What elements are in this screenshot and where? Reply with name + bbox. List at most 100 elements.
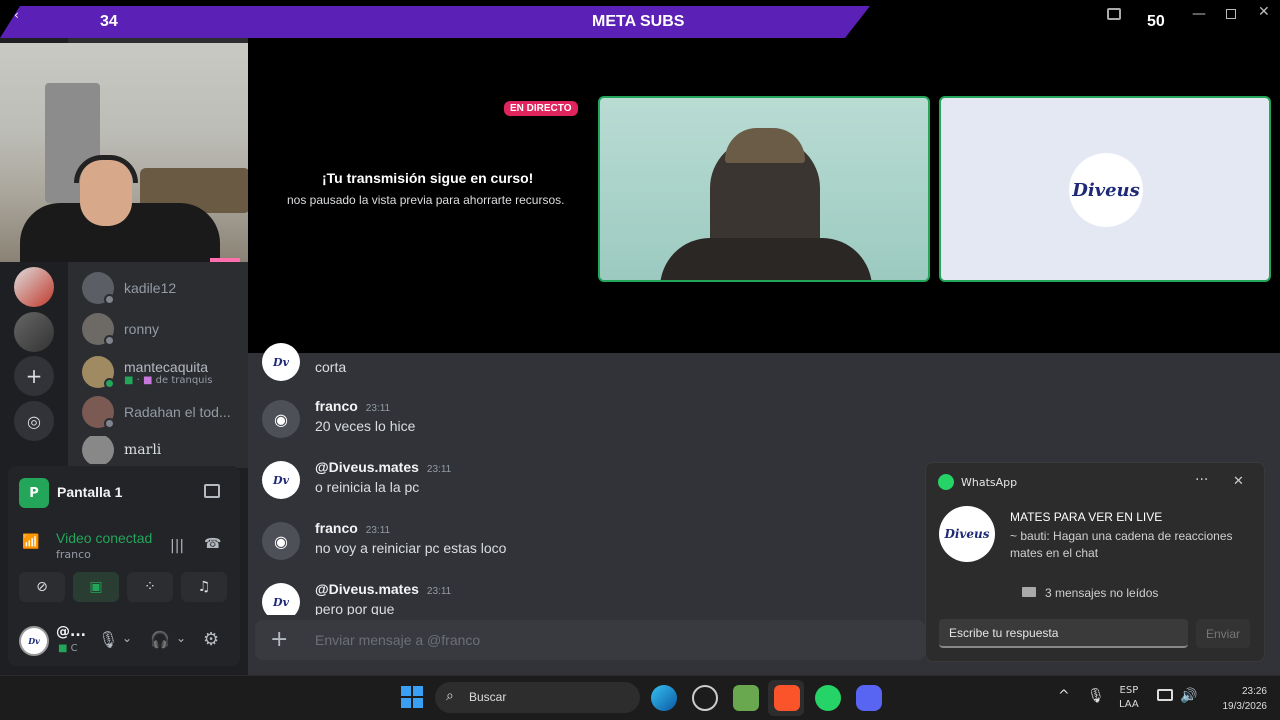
member-name: marli — [124, 442, 162, 458]
notification-app-name: WhatsApp — [961, 476, 1018, 489]
message-time: 23:11 — [426, 464, 452, 475]
explore-icon[interactable]: ◎ — [14, 401, 54, 441]
minimize-icon[interactable]: — — [1192, 6, 1206, 22]
avatar — [82, 436, 114, 464]
close-icon[interactable]: ✕ — [1233, 474, 1244, 489]
whatsapp-taskbar-icon[interactable] — [815, 685, 841, 711]
clock[interactable]: 23:26 19/3/2026 — [1205, 684, 1268, 714]
member-item[interactable]: ronny — [82, 312, 159, 346]
member-item[interactable]: marli — [82, 436, 161, 464]
voice-channel: franco — [56, 548, 91, 561]
gear-icon[interactable]: ⚙ — [203, 629, 219, 650]
contact-avatar: Diveus — [939, 506, 995, 562]
headphones-icon[interactable]: 🎧 — [150, 630, 170, 649]
voice-status[interactable]: Video conectad — [56, 530, 156, 546]
search-icon: ⌕ — [446, 688, 454, 704]
stop-share-icon[interactable] — [204, 484, 220, 498]
keyboard-layout: LAA — [1119, 699, 1139, 710]
disconnect-icon[interactable]: ☎ — [204, 536, 221, 552]
chevron-down-icon[interactable]: ⌄ — [122, 631, 132, 645]
edge-icon[interactable] — [651, 685, 677, 711]
cap-icon — [725, 128, 805, 163]
windows-start-icon[interactable] — [401, 686, 423, 708]
camera-off-button[interactable]: ⊘ — [19, 572, 65, 602]
screen-share-icon: ▣ — [89, 579, 103, 595]
member-name: ronny — [124, 321, 160, 337]
member-activity: de tranquis — [155, 374, 213, 386]
add-attachment-icon[interactable]: + — [270, 627, 288, 652]
video-tile-diveus[interactable]: Diveus — [939, 96, 1271, 282]
discord-icon: ◉ — [262, 400, 300, 438]
soundboard-icon: ♫ — [197, 579, 211, 595]
microphone-icon[interactable]: 🎙 — [98, 630, 118, 649]
notification-title: MATES PARA VER EN LIVE — [1010, 510, 1163, 524]
back-arrow-icon[interactable]: ‹ — [14, 8, 19, 22]
taskbar-search[interactable] — [435, 682, 640, 713]
message-icon — [1022, 587, 1036, 597]
avatar: Dv — [262, 583, 300, 615]
meta-goal-count: 50 — [1147, 13, 1165, 30]
inbox-icon[interactable] — [1107, 8, 1121, 20]
unread-count: 3 mensajes no leídos — [1045, 586, 1159, 600]
noise-suppression-icon[interactable]: ||| — [170, 538, 184, 554]
user-avatar[interactable]: Dv — [19, 626, 49, 656]
user-name: @... — [56, 624, 86, 640]
server-avatar-1[interactable] — [14, 267, 54, 307]
message-author[interactable]: @Diveus.mates — [315, 583, 419, 597]
message-time: 23:11 — [426, 586, 452, 597]
language-indicator[interactable]: ESP LAA — [1119, 684, 1139, 712]
member-name: mantecaquita — [124, 358, 209, 375]
webcam-sticky-note — [210, 258, 240, 262]
message-text: pero por que — [315, 601, 395, 615]
message-text: o reinicia la la pc — [315, 479, 420, 495]
brave-icon[interactable] — [774, 685, 800, 711]
more-options-icon[interactable]: ··· — [1195, 472, 1208, 488]
activities-icon: ⁘ — [144, 579, 156, 595]
member-name: kadile12 — [124, 280, 177, 296]
game-icon: ■ — [124, 374, 134, 386]
video-tile-franco[interactable] — [598, 96, 930, 282]
message-text: corta — [315, 359, 347, 375]
microphone-tray-icon[interactable]: 🎙 — [1087, 688, 1105, 704]
message-author[interactable]: franco — [315, 398, 358, 414]
controller-icon: ■ — [143, 374, 153, 386]
server-avatar-2[interactable] — [14, 312, 54, 352]
reply-placeholder: Escribe tu respuesta — [949, 626, 1059, 640]
chevron-up-icon[interactable]: ^ — [1058, 688, 1070, 704]
member-item[interactable]: Radahan el tod... — [82, 395, 231, 429]
add-server-icon[interactable]: + — [14, 356, 54, 396]
message-author[interactable]: @Diveus.mates — [315, 459, 419, 475]
soundboard-button[interactable]: ♫ — [181, 572, 227, 602]
chat-message: Dv @Diveus.mates 23:11 pero por que — [262, 583, 562, 615]
message-time: 23:11 — [365, 525, 391, 536]
avatar: Dv — [262, 461, 300, 499]
screen-share-badge: P — [19, 478, 49, 508]
language-code: ESP — [1119, 685, 1139, 696]
meta-current-count: 34 — [100, 13, 118, 30]
avatar — [82, 313, 115, 346]
discord-icon: ◉ — [262, 522, 300, 560]
android-studio-icon[interactable] — [733, 685, 759, 711]
network-icon[interactable] — [1157, 689, 1173, 701]
maximize-icon[interactable] — [1226, 9, 1236, 19]
avatar — [82, 356, 115, 389]
close-window-icon[interactable]: ✕ — [1258, 4, 1270, 20]
member-name: Radahan el tod... — [124, 404, 231, 420]
message-text: no voy a reiniciar pc estas loco — [315, 540, 507, 556]
stream-headline: ¡Tu transmisión sigue en curso! — [322, 170, 534, 186]
discord-taskbar-icon[interactable] — [856, 685, 882, 711]
chevron-down-icon[interactable]: ⌄ — [176, 631, 186, 645]
meta-title: META SUBS — [592, 13, 685, 30]
diveus-logo: Diveus — [1069, 153, 1143, 227]
send-button[interactable]: Enviar — [1196, 619, 1250, 648]
message-author[interactable]: franco — [315, 520, 358, 536]
member-item[interactable]: kadile12 — [82, 271, 176, 305]
member-item[interactable]: mantecaquita ■ · ■ de tranquis — [82, 354, 213, 390]
clock-date: 19/3/2026 — [1222, 701, 1268, 712]
volume-icon[interactable]: 🔊 — [1180, 688, 1197, 704]
activities-button[interactable]: ⁘ — [127, 572, 173, 602]
stream-subtext: nos pausado la vista previa para ahorrar… — [287, 193, 565, 207]
screen-share-button[interactable]: ▣ — [73, 572, 119, 602]
participant-shoulders — [660, 238, 872, 280]
obs-icon[interactable] — [692, 685, 718, 711]
